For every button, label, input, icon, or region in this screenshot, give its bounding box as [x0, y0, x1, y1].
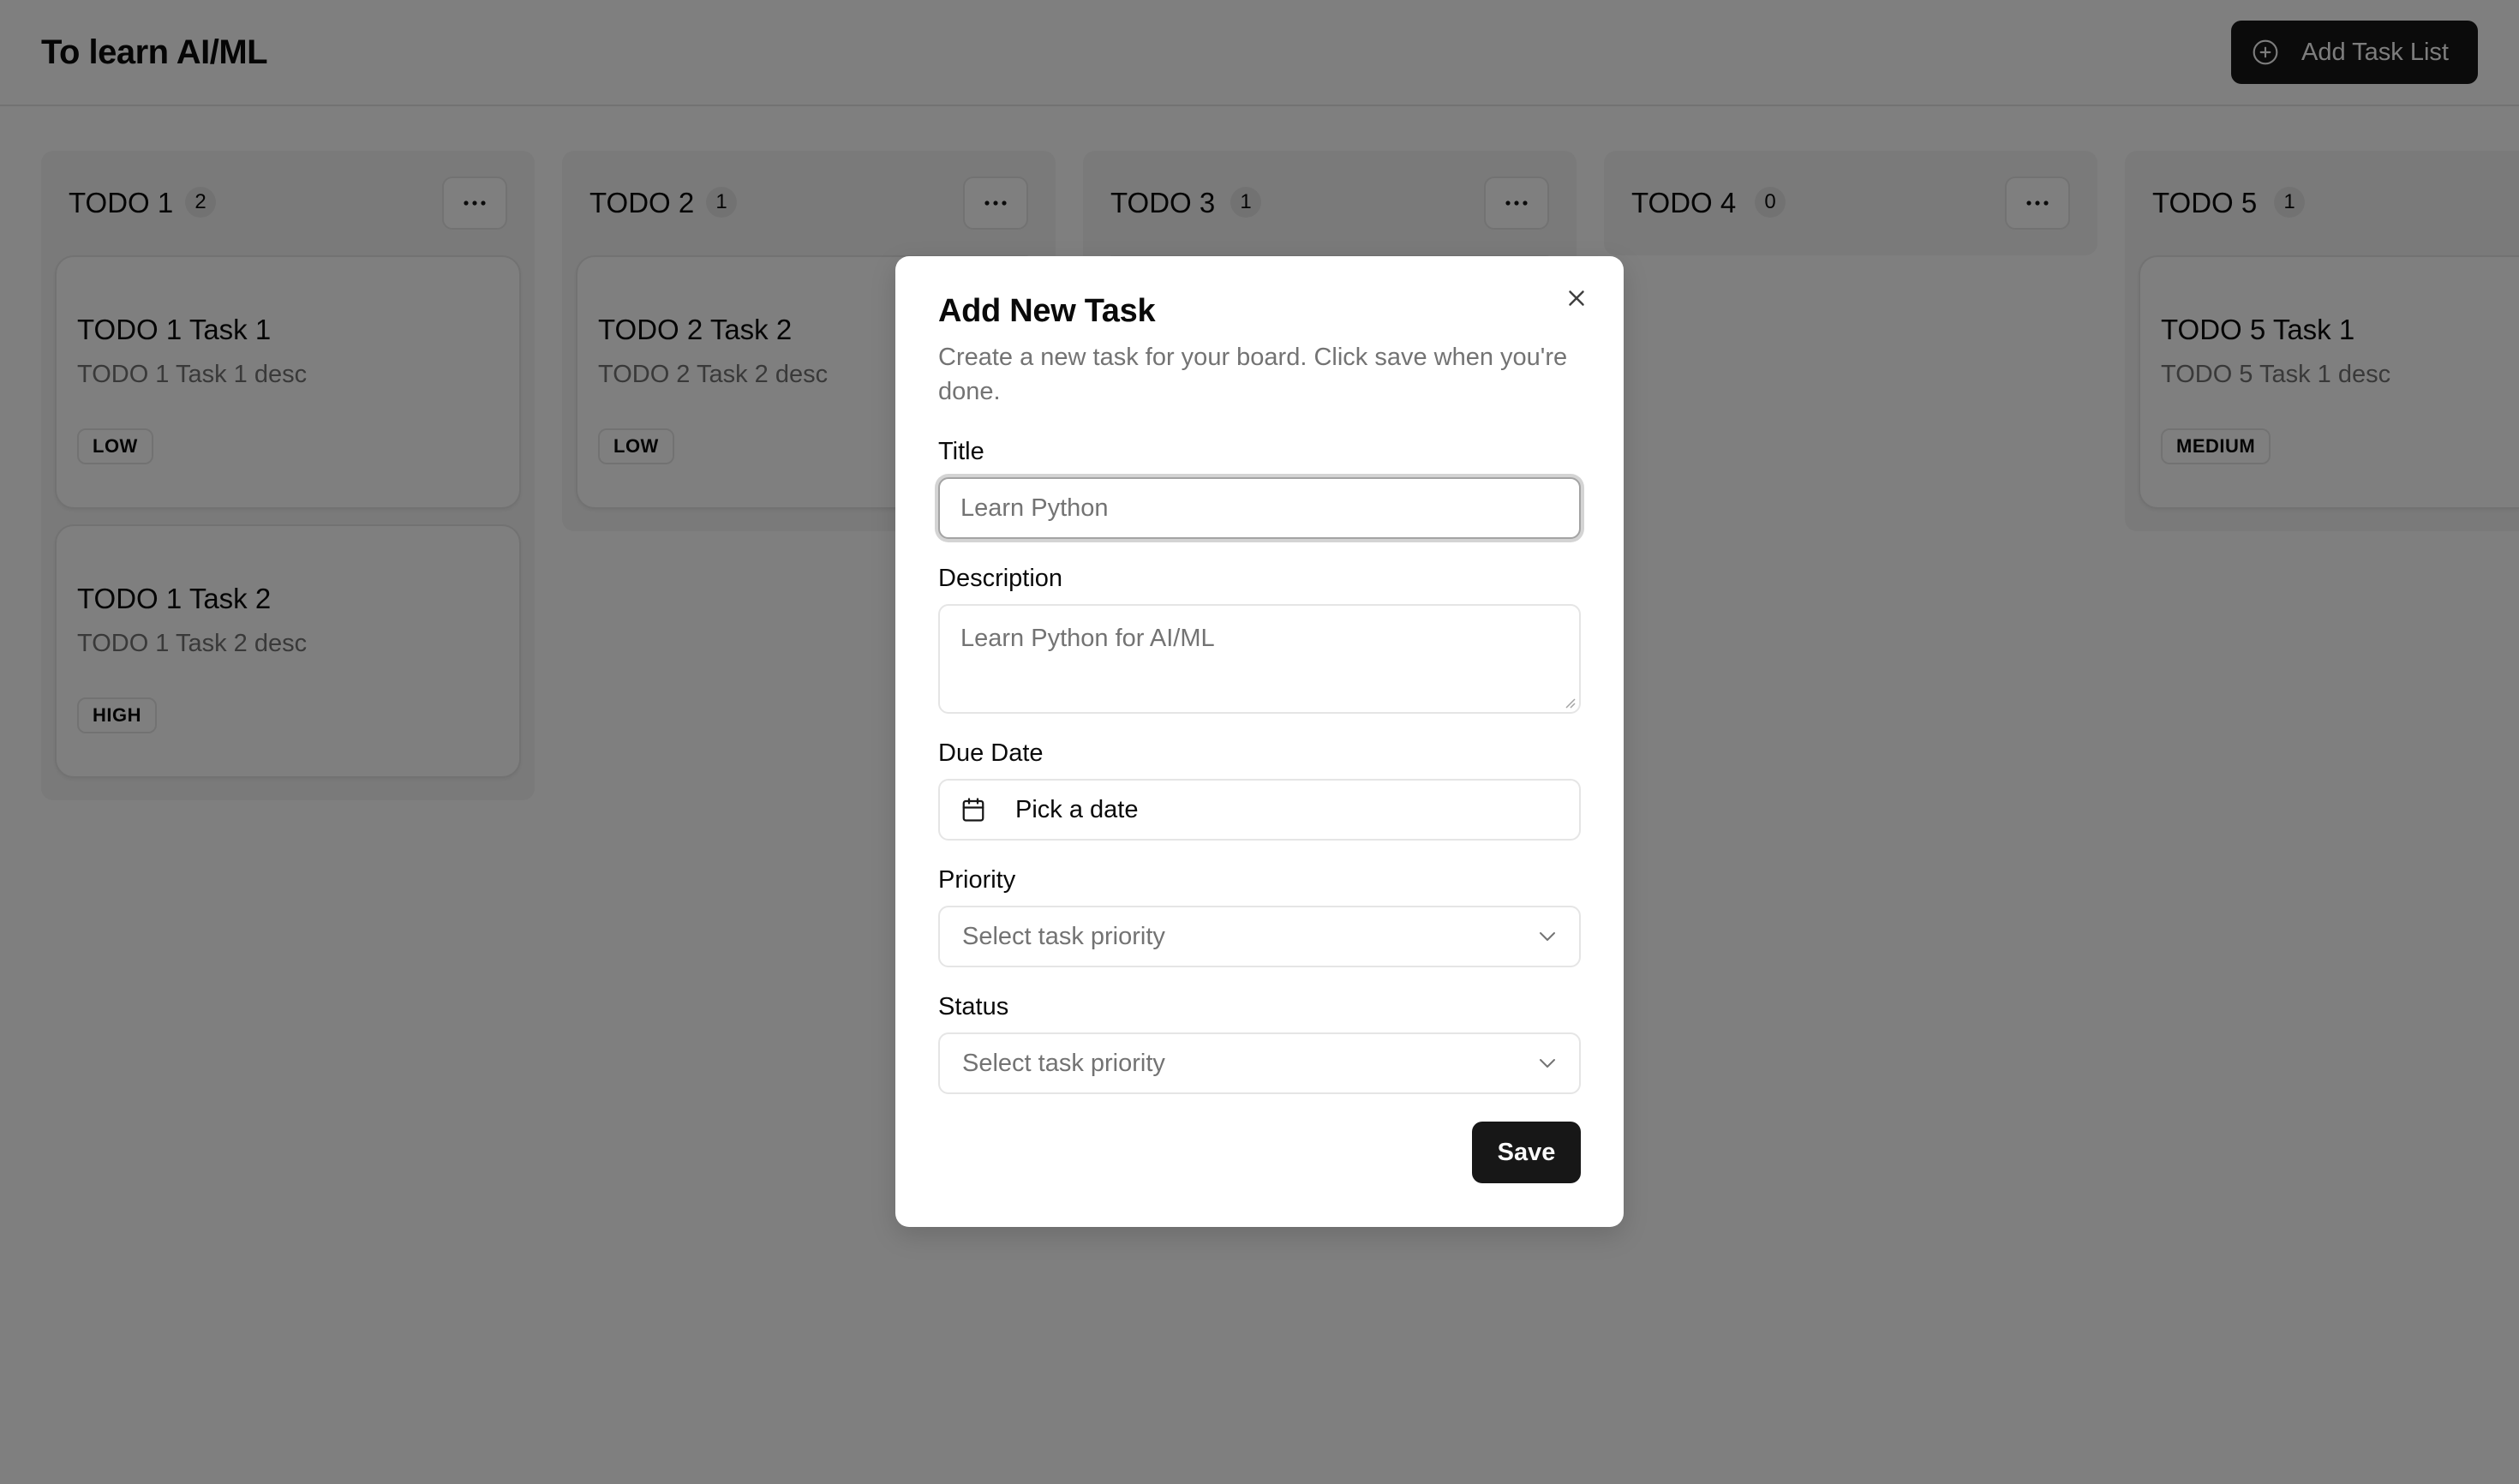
status-select-trigger: Select task priority	[940, 1034, 1579, 1092]
add-task-dialog: Add New Task Create a new task for your …	[895, 256, 1624, 1227]
due-date-trigger: Pick a date	[940, 781, 1579, 839]
priority-select-trigger: Select task priority	[940, 907, 1579, 966]
description-label: Description	[938, 565, 1063, 592]
title-label: Title	[938, 438, 984, 465]
priority-select[interactable]: Select task priority	[938, 906, 1581, 967]
due-date-placeholder: Pick a date	[1015, 795, 1139, 823]
status-select[interactable]: Select task priority	[938, 1032, 1581, 1094]
status-select-value: Select task priority	[962, 1049, 1165, 1077]
calendar-icon	[962, 798, 984, 822]
resize-handle-icon[interactable]	[1564, 697, 1576, 709]
due-date-picker-button[interactable]: Pick a date	[938, 779, 1581, 841]
chevron-down-icon	[1540, 932, 1555, 941]
title-field	[938, 477, 1581, 539]
save-button[interactable]: Save	[1472, 1122, 1581, 1183]
close-icon[interactable]	[1564, 285, 1589, 311]
dialog-title: Add New Task	[938, 293, 1156, 329]
due-date-label: Due Date	[938, 739, 1044, 767]
priority-label: Priority	[938, 866, 1016, 894]
priority-select-value: Select task priority	[962, 922, 1165, 950]
title-input[interactable]	[938, 477, 1581, 539]
status-label: Status	[938, 993, 1009, 1020]
description-field	[938, 604, 1581, 714]
chevron-down-icon	[1540, 1059, 1555, 1068]
description-textarea[interactable]	[940, 606, 1579, 712]
dialog-description: Create a new task for your board. Click …	[938, 344, 1568, 405]
